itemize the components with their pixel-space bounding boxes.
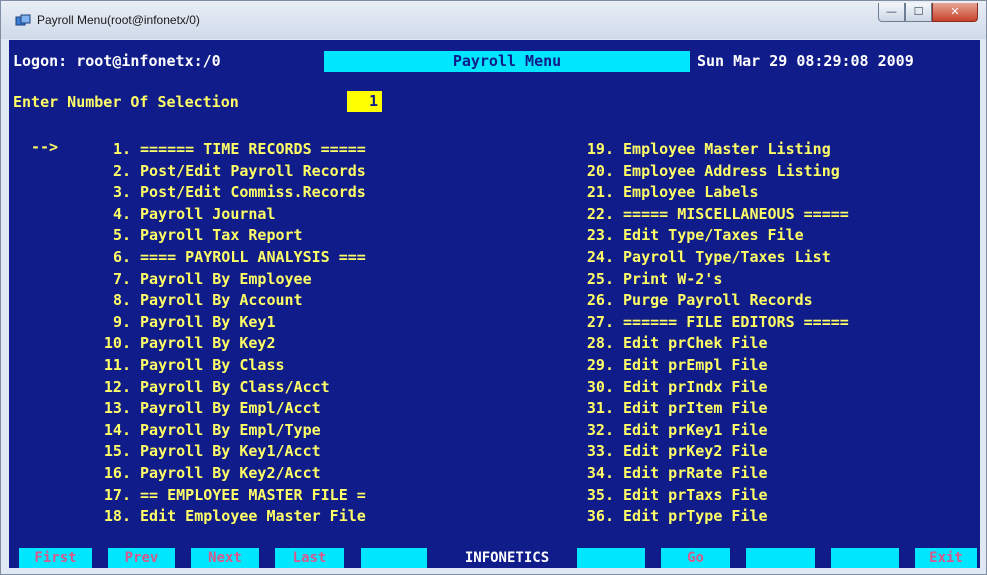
datetime: Sun Mar 29 08:29:08 2009 (697, 52, 914, 70)
menu-item[interactable]: 20. Employee Address Listing (564, 161, 849, 183)
menu-item[interactable]: 15. Payroll By Key1/Acct (81, 441, 366, 463)
app-window: Payroll Menu(root@infonetx/0) — ☐ ✕ Logo… (0, 0, 987, 575)
maximize-button[interactable]: ☐ (905, 3, 932, 22)
exit-button[interactable]: Exit (915, 548, 977, 568)
selection-input[interactable]: 1 (347, 91, 382, 112)
blank-key-2[interactable] (577, 548, 645, 568)
minimize-button[interactable]: — (878, 3, 905, 22)
menu-column-right: 19. Employee Master Listing 20. Employee… (564, 139, 849, 528)
menu-item[interactable]: 27. ====== FILE EDITORS ===== (564, 312, 849, 334)
window-titlebar[interactable]: Payroll Menu(root@infonetx/0) — ☐ ✕ (1, 1, 986, 39)
menu-item[interactable]: 31. Edit prItem File (564, 398, 849, 420)
function-key-bar: First Prev Next Last INFONETICS Go Exit (9, 545, 980, 568)
menu-item[interactable]: 7. Payroll By Employee (81, 269, 366, 291)
menu-item[interactable]: 21. Employee Labels (564, 182, 849, 204)
menu-item[interactable]: 17. == EMPLOYEE MASTER FILE = (81, 485, 366, 507)
menu-item[interactable]: 10. Payroll By Key2 (81, 333, 366, 355)
page-title: Payroll Menu (324, 51, 690, 72)
menu-item[interactable]: 4. Payroll Journal (81, 204, 366, 226)
menu-item[interactable]: 33. Edit prKey2 File (564, 441, 849, 463)
app-icon (15, 14, 31, 26)
menu-item[interactable]: 12. Payroll By Class/Acct (81, 377, 366, 399)
menu-item[interactable]: 1. ====== TIME RECORDS ===== (81, 139, 366, 161)
menu-item[interactable]: 30. Edit prIndx File (564, 377, 849, 399)
menu-item[interactable]: 13. Payroll By Empl/Acct (81, 398, 366, 420)
selection-pointer: --> (31, 138, 59, 156)
selection-prompt: Enter Number Of Selection (13, 93, 239, 111)
menu-item[interactable]: 8. Payroll By Account (81, 290, 366, 312)
logon-info: Logon: root@infonetx:/0 (13, 52, 221, 70)
close-button[interactable]: ✕ (932, 3, 978, 22)
menu-item[interactable]: 34. Edit prRate File (564, 463, 849, 485)
menu-item[interactable]: 36. Edit prType File (564, 506, 849, 528)
window-title: Payroll Menu(root@infonetx/0) (37, 13, 200, 27)
menu-item[interactable]: 3. Post/Edit Commiss.Records (81, 182, 366, 204)
menu-item[interactable]: 24. Payroll Type/Taxes List (564, 247, 849, 269)
menu-item[interactable]: 2. Post/Edit Payroll Records (81, 161, 366, 183)
menu-item[interactable]: 6. ==== PAYROLL ANALYSIS === (81, 247, 366, 269)
first-button[interactable]: First (19, 548, 92, 568)
menu-item[interactable]: 26. Purge Payroll Records (564, 290, 849, 312)
menu-item[interactable]: 18. Edit Employee Master File (81, 506, 366, 528)
blank-key-1[interactable] (361, 548, 427, 568)
menu-item[interactable]: 5. Payroll Tax Report (81, 225, 366, 247)
prev-button[interactable]: Prev (108, 548, 175, 568)
menu-item[interactable]: 19. Employee Master Listing (564, 139, 849, 161)
menu-column-left: 1. ====== TIME RECORDS ===== 2. Post/Edi… (81, 139, 366, 528)
menu-item[interactable]: 29. Edit prEmpl File (564, 355, 849, 377)
menu-item[interactable]: 32. Edit prKey1 File (564, 420, 849, 442)
blank-key-4[interactable] (831, 548, 899, 568)
go-button[interactable]: Go (661, 548, 730, 568)
menu-item[interactable]: 25. Print W-2's (564, 269, 849, 291)
brand-label: INFONETICS (464, 550, 550, 566)
menu-item[interactable]: 23. Edit Type/Taxes File (564, 225, 849, 247)
menu-item[interactable]: 11. Payroll By Class (81, 355, 366, 377)
next-button[interactable]: Next (191, 548, 259, 568)
menu-item[interactable]: 16. Payroll By Key2/Acct (81, 463, 366, 485)
menu-item[interactable]: 9. Payroll By Key1 (81, 312, 366, 334)
menu-item[interactable]: 28. Edit prChek File (564, 333, 849, 355)
blank-key-3[interactable] (746, 548, 815, 568)
menu-item[interactable]: 14. Payroll By Empl/Type (81, 420, 366, 442)
menu-item[interactable]: 22. ===== MISCELLANEOUS ===== (564, 204, 849, 226)
terminal-screen: Logon: root@infonetx:/0 Payroll Menu Sun… (9, 40, 980, 568)
last-button[interactable]: Last (275, 548, 344, 568)
window-controls: — ☐ ✕ (878, 3, 978, 23)
menu-item[interactable]: 35. Edit prTaxs File (564, 485, 849, 507)
